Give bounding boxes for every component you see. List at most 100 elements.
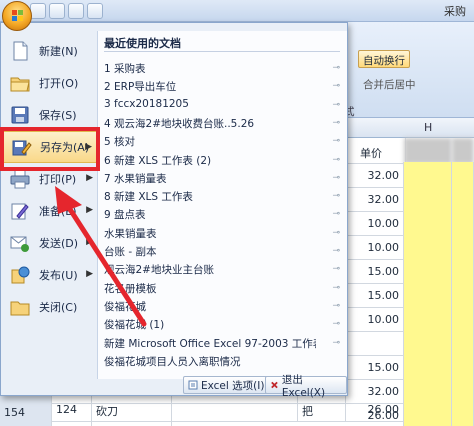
excel-options-button[interactable]: Excel 选项(I) (183, 376, 270, 394)
cell-h[interactable] (404, 306, 452, 332)
price-value-cell[interactable]: 15.00 (346, 354, 404, 380)
new-document-icon (9, 40, 31, 62)
cell-i[interactable] (452, 354, 474, 380)
exit-excel-button[interactable]: 退出 Excel(X) (265, 374, 347, 399)
pin-icon[interactable]: ⊸ (332, 301, 340, 311)
price-label-cell[interactable]: 单价 (356, 138, 406, 164)
row-number[interactable]: 154 (0, 396, 52, 422)
pin-icon[interactable]: ⊸ (332, 100, 340, 110)
pin-icon[interactable]: ⊸ (332, 136, 340, 146)
column-header-h[interactable]: H (424, 121, 432, 134)
recent-document-item[interactable]: 观云海2#地块业主台账 ⊸ (104, 262, 342, 280)
pin-icon[interactable]: ⊸ (332, 173, 340, 183)
cell-i[interactable] (452, 138, 474, 164)
recent-document-item[interactable]: 5 核对 ⊸ (104, 134, 342, 152)
seq-cell[interactable]: 124 (52, 396, 92, 422)
cell-i[interactable] (452, 186, 474, 212)
blank-cell[interactable] (172, 396, 298, 422)
recent-document-label: 5 核对 (104, 136, 136, 149)
pin-icon[interactable]: ⊸ (332, 319, 340, 329)
menu-item-publish[interactable]: 发布(U) ▶ (3, 259, 97, 291)
cell-i[interactable] (452, 330, 474, 356)
undo-icon[interactable] (49, 3, 65, 19)
save-quick-icon[interactable] (30, 3, 46, 19)
recent-document-item[interactable]: 8 新建 XLS 工作表 ⊸ (104, 189, 342, 207)
pin-icon[interactable]: ⊸ (332, 209, 340, 219)
recent-document-item[interactable]: 俊福花城 ⊸ (104, 299, 342, 317)
pin-icon[interactable]: ⊸ (332, 81, 340, 91)
menu-item-prepare[interactable]: 准备(E) ▶ (3, 195, 97, 227)
cell-i[interactable] (452, 162, 474, 188)
recent-document-item[interactable]: 6 新建 XLS 工作表 (2) ⊸ (104, 153, 342, 171)
name-cell[interactable]: 取旺铺 (92, 420, 172, 426)
recent-document-label: 俊福花城 (1) (104, 319, 165, 332)
recent-document-item[interactable]: 水果销量表 ⊸ (104, 226, 342, 244)
pin-icon[interactable]: ⊸ (332, 118, 340, 128)
cell-i[interactable] (452, 306, 474, 332)
pin-icon[interactable]: ⊸ (332, 264, 340, 274)
price-value-cell[interactable]: 15.00 (346, 258, 404, 284)
office-button[interactable] (2, 1, 32, 31)
recent-document-label: 台账 - 副本 (104, 246, 157, 258)
recent-document-item[interactable]: 3 fccx20181205 ⊸ (104, 98, 342, 116)
cell-h[interactable] (404, 138, 452, 164)
cell-h[interactable] (404, 354, 452, 380)
recent-document-item[interactable]: 7 水果销量表 ⊸ (104, 171, 342, 189)
cell-i[interactable] (452, 258, 474, 284)
cell-i[interactable] (452, 396, 474, 422)
menu-item-new-document[interactable]: 新建(N) (3, 35, 97, 67)
price-value-cell[interactable]: 10.00 (346, 234, 404, 260)
cell-i[interactable] (452, 210, 474, 236)
menu-item-send[interactable]: 发送(D) ▶ (3, 227, 97, 259)
pin-icon[interactable]: ⊸ (332, 338, 340, 348)
recent-document-item[interactable]: 台账 - 副本 ⊸ (104, 244, 342, 262)
recent-document-item[interactable]: 俊福花城 (1) ⊸ (104, 317, 342, 335)
cell-h[interactable] (404, 234, 452, 260)
pin-icon[interactable]: ⊸ (332, 155, 340, 165)
recent-document-item[interactable]: 2 ERP导出车位 ⊸ (104, 79, 342, 97)
price-value-cell[interactable]: 26.00 (346, 396, 404, 422)
recent-document-item[interactable]: 1 采购表 ⊸ (104, 61, 342, 79)
pin-icon[interactable]: ⊸ (332, 191, 340, 201)
unit-cell[interactable]: 把 (298, 396, 346, 422)
cell-h[interactable] (404, 282, 452, 308)
price-value-cell[interactable]: 15.00 (346, 282, 404, 308)
submenu-arrow-icon: ▶ (86, 237, 93, 247)
cell-h[interactable] (404, 330, 452, 356)
cell-i[interactable] (452, 282, 474, 308)
price-value-cell[interactable]: 10.00 (346, 306, 404, 332)
name-cell[interactable]: 砍刀 (92, 396, 172, 422)
recent-document-item[interactable]: 4 观云海2#地块收费台账..5.26 ⊸ (104, 116, 342, 134)
price-value-cell[interactable]: 32.00 (346, 186, 404, 212)
cell-h[interactable] (404, 186, 452, 212)
recent-document-label: 花名册模板 (104, 282, 157, 295)
recent-document-item[interactable]: 9 盘点表 ⊸ (104, 207, 342, 225)
pin-icon[interactable]: ⊸ (332, 246, 340, 256)
price-value-cell[interactable]: 10.00 (346, 210, 404, 236)
pin-icon[interactable]: ⊸ (332, 63, 340, 73)
cell-h[interactable] (404, 162, 452, 188)
cell-h[interactable] (404, 396, 452, 422)
menu-item-close-folder[interactable]: 关闭(C) (3, 291, 97, 323)
recent-document-item[interactable]: 俊福花城项目人员入离职情况 (104, 354, 342, 372)
cell-h[interactable] (404, 258, 452, 284)
pin-icon[interactable]: ⊸ (332, 283, 340, 293)
seq-cell[interactable]: 125 (52, 420, 92, 426)
row-number[interactable] (0, 420, 52, 426)
cell-h[interactable] (404, 210, 452, 236)
office-menu: 新建(N) 打开(O) 保存(S) 另存为(A) ▶ 打印(P) ▶ 准备(E) ▶ 发送(D) ▶… (0, 22, 348, 399)
print-icon (9, 168, 31, 190)
excel-options-label: Excel 选项(I) (201, 379, 265, 392)
pin-icon[interactable]: ⊸ (332, 228, 340, 238)
menu-item-open-folder[interactable]: 打开(O) (3, 67, 97, 99)
redo-icon[interactable] (68, 3, 84, 19)
cell-i[interactable] (452, 234, 474, 260)
merge-center-button[interactable]: 合并后居中 (358, 74, 421, 92)
price-value-cell[interactable]: 32.00 (346, 162, 404, 188)
wrap-text-button[interactable]: 自动换行 (358, 50, 410, 68)
recent-document-item[interactable]: 花名册模板 ⊸ (104, 281, 342, 299)
recent-document-item[interactable]: 新建 Microsoft Office Excel 97-2003 工作表 ⊸ (104, 336, 342, 354)
customize-toolbar-icon[interactable] (87, 3, 103, 19)
menu-item-label: 关闭(C) (39, 301, 78, 314)
price-value-cell[interactable] (346, 330, 404, 356)
